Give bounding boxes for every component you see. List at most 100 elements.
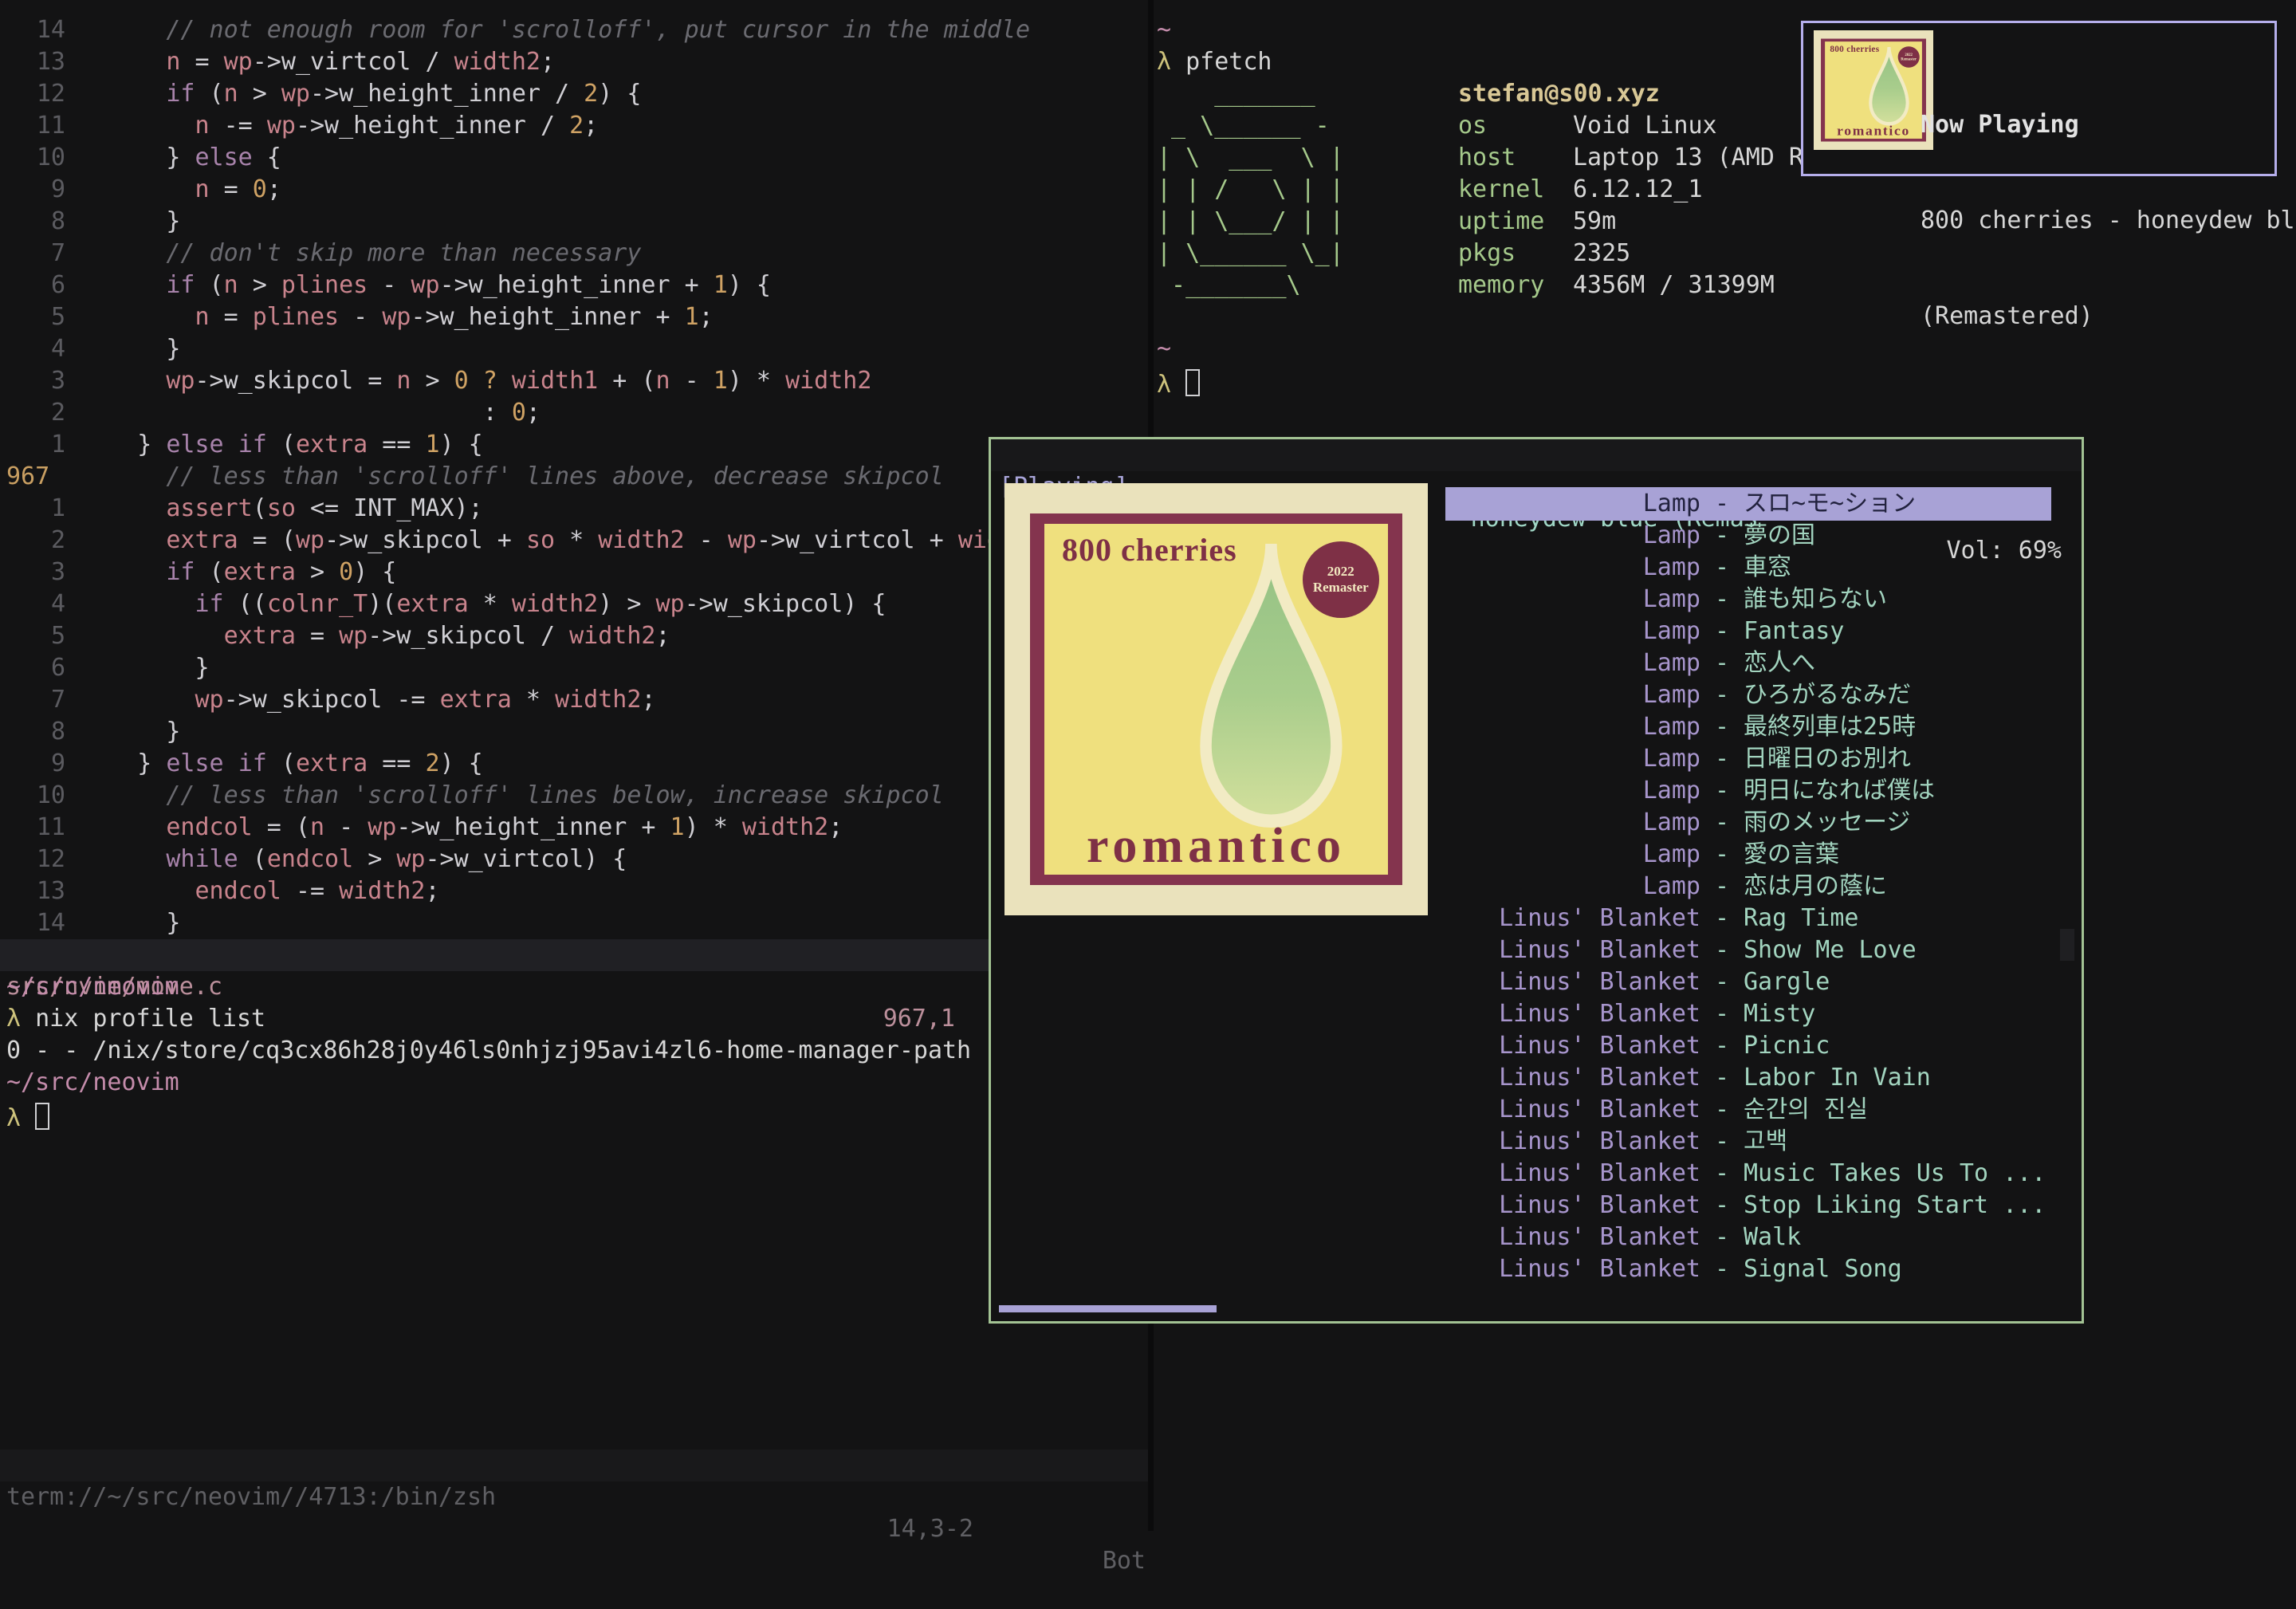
playlist-separator: - [1700,552,1744,584]
notification-text: Now Playing 800 cherries - honeydew blue… [1921,45,2296,396]
code-line[interactable]: 7 wp->w_skipcol -= extra * width2; [0,684,1148,716]
playlist-item[interactable]: Linus' Blanket - Stop Liking Start ... [991,1190,2082,1222]
playlist-item[interactable]: Linus' Blanket - Signal Song [991,1253,2082,1285]
playlist-separator: - [1700,647,1744,679]
line-number: 11 [0,110,65,142]
nvim-pane[interactable]: 14 // not enough room for 'scrolloff', p… [0,0,1148,1531]
code-line[interactable]: 10 // less than 'scrolloff' lines below,… [0,780,1148,812]
playlist-song-title: Rag Time [1744,903,1859,934]
playlist-song-title: 雨のメッセージ [1744,807,1910,839]
playlist[interactable]: Lamp - スロ~モ~ションLamp - 夢の国Lamp - 車窓Lamp -… [991,488,2082,1285]
playlist-song-title: 恋人へ [1744,647,1815,679]
code-line[interactable]: 11 n -= wp->w_height_inner / 2; [0,110,1148,142]
notification-popup[interactable]: 800 cherries 2022Remaster romantico Now … [1801,21,2277,176]
playlist-artist: Lamp [1643,552,1700,584]
playlist-item[interactable]: Linus' Blanket - Rag Time [991,903,2082,934]
code-line[interactable]: 1 assert(so <= INT_MAX); [0,493,1148,525]
code-line[interactable]: 10 } else { [0,142,1148,174]
code-line[interactable]: 6 } [0,652,1148,684]
song-progress-bar[interactable] [999,1305,1217,1312]
playlist-item[interactable]: Lamp - Fantasy [991,616,2082,647]
playlist-song-title: Show Me Love [1744,934,1917,966]
code-line[interactable]: 12 if (n > wp->w_height_inner / 2) { [0,78,1148,110]
code-line[interactable]: 3 wp->w_skipcol = n > 0 ? width1 + (n - … [0,365,1148,397]
playlist-artist: Linus' Blanket [1499,903,1700,934]
playlist-item[interactable]: Linus' Blanket - Walk [991,1222,2082,1253]
playlist-item[interactable]: Linus' Blanket - Music Takes Us To ... [991,1158,2082,1190]
playlist-artist: Linus' Blanket [1499,934,1700,966]
playlist-item-selected[interactable]: Lamp - スロ~モ~ション [991,488,2082,520]
playlist-item[interactable]: Lamp - 明日になれば僕は [991,775,2082,807]
playlist-item[interactable]: Linus' Blanket - Misty [991,998,2082,1030]
playlist-artist: Linus' Blanket [1499,1094,1700,1126]
playlist-item[interactable]: Lamp - 車窓 [991,552,2082,584]
playlist-item[interactable]: Linus' Blanket - Gargle [991,966,2082,998]
playlist-song-title: スロ~モ~ション [1744,488,1916,520]
playlist-artist: Lamp [1643,647,1700,679]
code-line[interactable]: 5 extra = wp->w_skipcol / width2; [0,620,1148,652]
code-line[interactable]: 6 if (n > plines - wp->w_height_inner + … [0,269,1148,301]
playlist-item[interactable]: Lamp - 雨のメッセージ [991,807,2082,839]
line-number: 8 [0,716,65,748]
code-line[interactable]: 14 // not enough room for 'scrolloff', p… [0,14,1148,46]
code-line[interactable]: 11 endcol = (n - wp->w_height_inner + 1)… [0,812,1148,844]
playlist-item[interactable]: Lamp - 誰も知らない [991,584,2082,616]
playlist-item[interactable]: Lamp - 日曜日のお別れ [991,743,2082,775]
code-line[interactable]: 9 } else if (extra == 2) { [0,748,1148,780]
code-line[interactable]: 8 } [0,206,1148,238]
code-line[interactable]: 2 : 0; [0,397,1148,429]
playlist-item[interactable]: Lamp - 夢の国 [991,520,2082,552]
code-line[interactable]: 3 if (extra > 0) { [0,557,1148,588]
playlist-item[interactable]: Linus' Blanket - Show Me Love [991,934,2082,966]
pfetch-value: Void Linux [1573,112,1717,140]
shell-path: ~/src/neovim [0,1067,1148,1099]
shell-output: 0 - - /nix/store/cq3cx86h28j0y46ls0nhjzj… [0,1035,1148,1067]
code-line[interactable]: 967 // less than 'scrolloff' lines above… [0,461,1148,493]
playlist-separator: - [1700,679,1744,711]
code-line[interactable]: 12 while (endcol > wp->w_virtcol) { [0,844,1148,875]
lambda-prompt-icon: λ [1157,371,1171,399]
playlist-artist: Linus' Blanket [1499,1158,1700,1190]
playlist-song-title: Misty [1744,998,1815,1030]
playlist-item[interactable]: Lamp - 愛の言葉 [991,839,2082,871]
code-line[interactable]: 4 if ((colnr_T)(extra * width2) > wp->w_… [0,588,1148,620]
line-number: 8 [0,206,65,238]
playlist-item[interactable]: Linus' Blanket - Labor In Vain [991,1062,2082,1094]
playlist-item[interactable]: Lamp - ひろがるなみだ [991,679,2082,711]
playlist-artist: Linus' Blanket [1499,1030,1700,1062]
code-line[interactable]: 4 } [0,333,1148,365]
code-line[interactable]: 8 } [0,716,1148,748]
code-line[interactable]: 1 } else if (extra == 1) { [0,429,1148,461]
line-number: 9 [0,174,65,206]
playlist-scrollbar-thumb[interactable] [2060,929,2074,961]
code-line[interactable]: 13 n = wp->w_virtcol / width2; [0,46,1148,78]
playlist-item[interactable]: Linus' Blanket - 고백 [991,1126,2082,1158]
music-player-window[interactable]: [Playing] herries - honeydew blue (Remas… [989,437,2084,1324]
embedded-terminal[interactable]: ~/src/neovim λ nix profile list 0 - - /n… [0,971,1148,1131]
code-area[interactable]: 14 // not enough room for 'scrolloff', p… [0,14,1148,939]
playlist-separator: - [1700,775,1744,807]
playlist-artist: Lamp [1643,839,1700,871]
pfetch-value: 59m [1573,207,1616,235]
code-line[interactable]: 13 endcol -= width2; [0,875,1148,907]
playlist-artist: Linus' Blanket [1499,1253,1700,1285]
code-line[interactable]: 7 // don't skip more than necessary [0,238,1148,269]
code-line[interactable]: 5 n = plines - wp->w_height_inner + 1; [0,301,1148,333]
code-line[interactable]: 9 n = 0; [0,174,1148,206]
playlist-item[interactable]: Lamp - 恋は月の蔭に [991,871,2082,903]
playlist-item[interactable]: Linus' Blanket - 순간의 진실 [991,1094,2082,1126]
playlist-separator: - [1700,1062,1744,1094]
playlist-song-title: Gargle [1744,966,1830,998]
line-number: 2 [0,397,65,429]
code-line[interactable]: 14 } [0,907,1148,939]
scroll-position-indicator: Bot [1103,1545,1146,1577]
playlist-artist: Linus' Blanket [1499,1126,1700,1158]
playlist-item[interactable]: Lamp - 恋人へ [991,647,2082,679]
pfetch-logo-line: -_______\ [1157,269,1344,301]
line-number: 10 [0,780,65,812]
playlist-song-title: ひろがるなみだ [1744,679,1911,711]
playlist-item[interactable]: Lamp - 最終列車は25時 [991,711,2082,743]
code-line[interactable]: 2 extra = (wp->w_skipcol + so * width2 -… [0,525,1148,557]
shell-prompt-line: λ pfetch [1157,46,1272,78]
playlist-item[interactable]: Linus' Blanket - Picnic [991,1030,2082,1062]
